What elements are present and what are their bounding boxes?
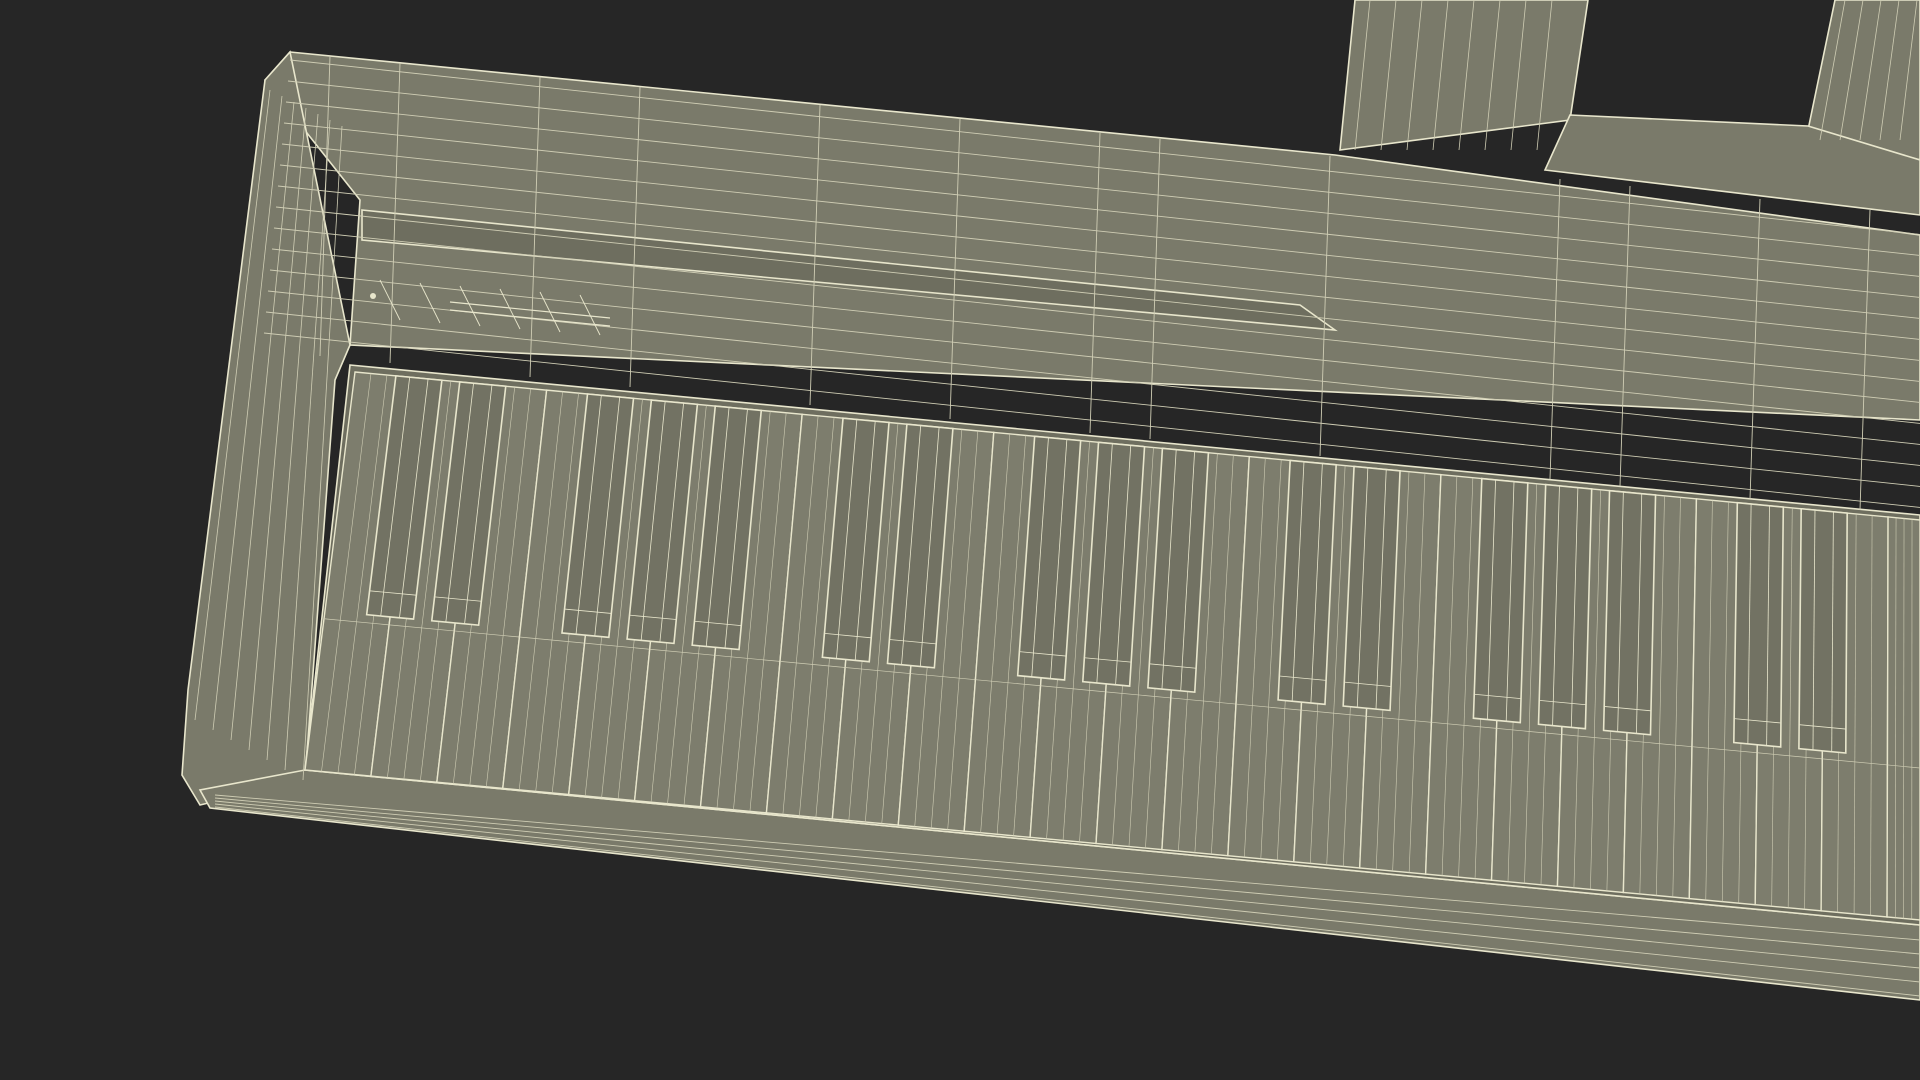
keyboard-wireframe-render <box>0 0 1920 1080</box>
power-indicator <box>370 293 376 299</box>
render-viewport <box>0 0 1920 1080</box>
black-key <box>1732 501 1785 748</box>
black-key <box>1342 465 1401 712</box>
black-key <box>1537 483 1593 730</box>
black-key <box>1602 489 1657 736</box>
black-key <box>1472 477 1529 724</box>
black-key <box>1798 507 1848 754</box>
